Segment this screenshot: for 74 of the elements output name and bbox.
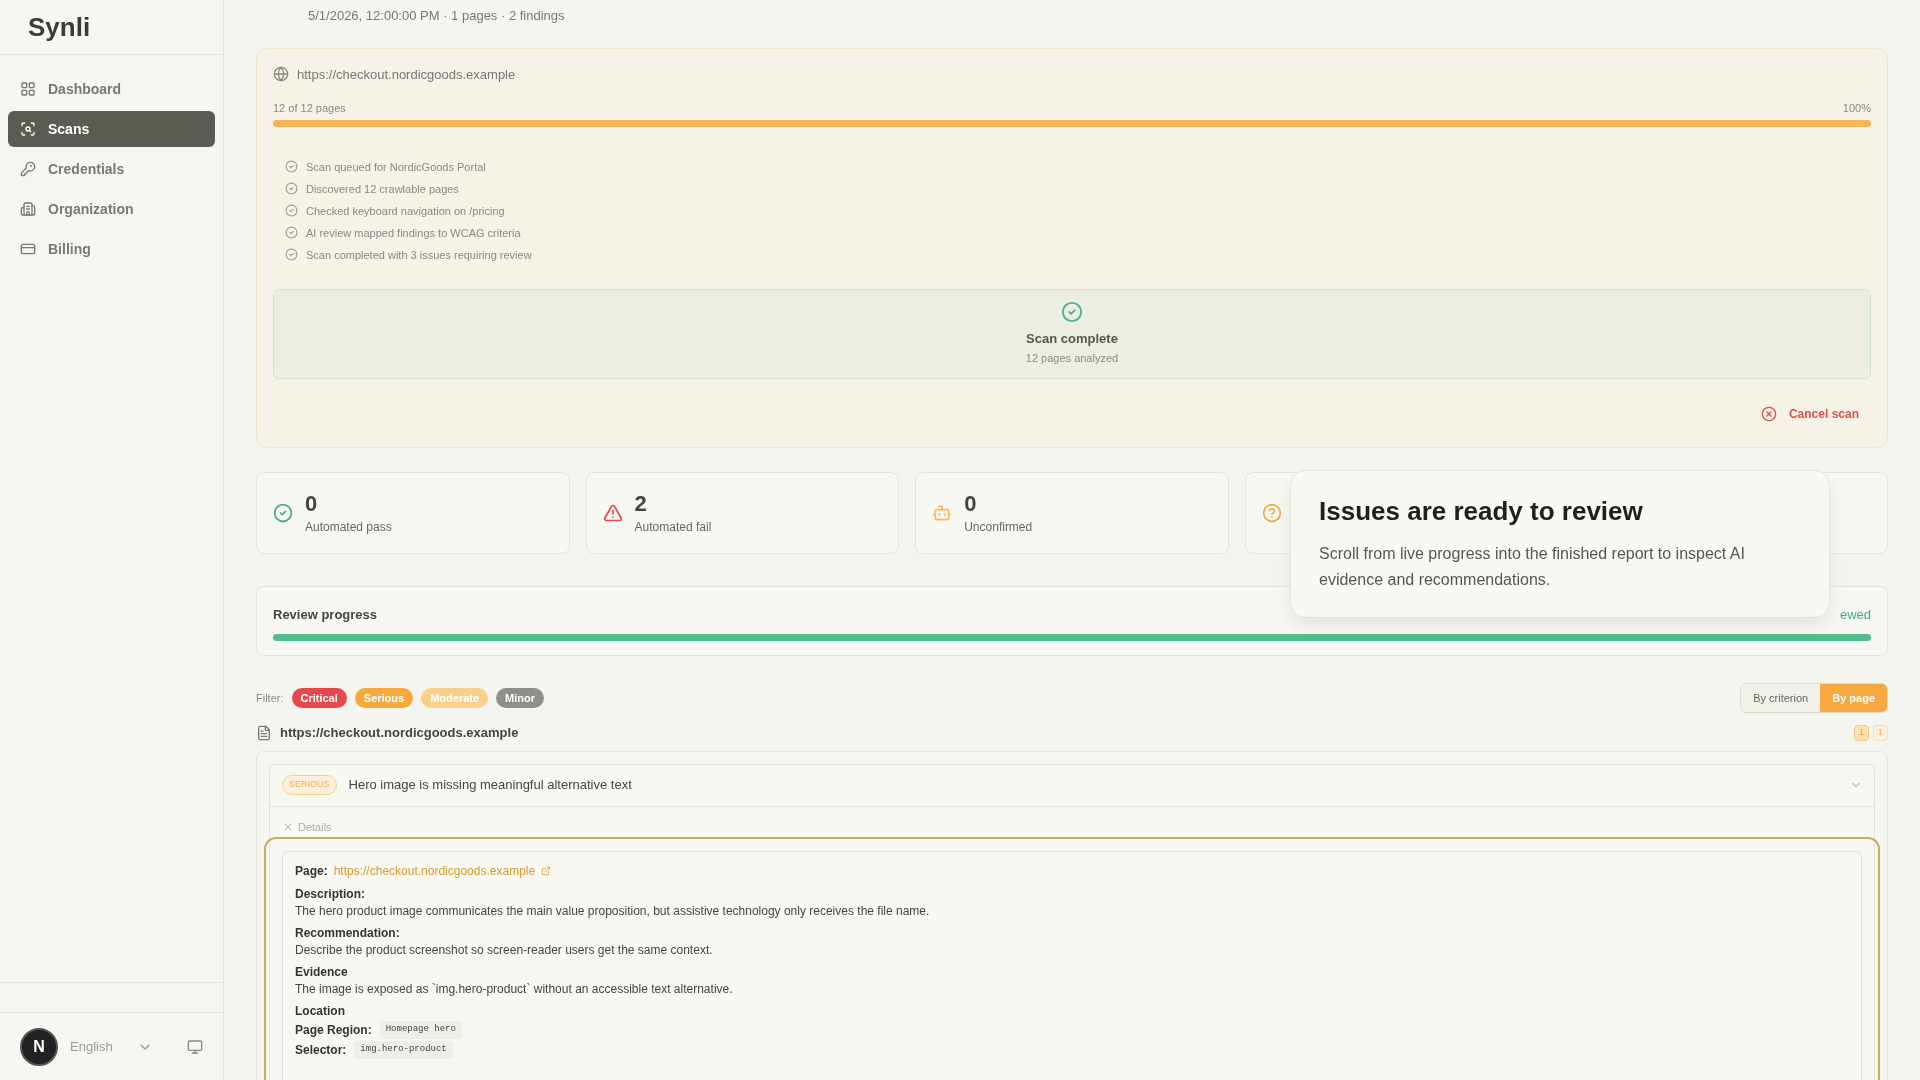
check-circle-icon <box>1061 300 1083 323</box>
stat-label: Unconfirmed <box>964 518 1033 536</box>
check-circle-icon <box>273 502 293 523</box>
tooltip-title: Issues are ready to review <box>1319 495 1644 527</box>
review-status: ewed <box>1839 605 1871 624</box>
warning-icon <box>602 502 623 523</box>
key-icon <box>20 161 36 177</box>
review-title: Review progress <box>273 605 378 624</box>
building-icon <box>20 201 36 217</box>
avatar[interactable]: N <box>20 1027 58 1066</box>
filter-chip[interactable]: Serious <box>354 688 414 708</box>
field-text: Describe the product screenshot so screen-reader users get the same context. <box>295 942 714 958</box>
filter-chip[interactable]: Critical <box>291 688 347 708</box>
nav-item[interactable]: Organization <box>8 191 215 227</box>
field-label: Page Region: <box>295 1022 372 1039</box>
field-label: Evidence <box>295 964 349 980</box>
stat-label: Automated fail <box>634 518 712 536</box>
stat-label: Automated pass <box>305 518 392 536</box>
code-chip: img.hero-product <box>354 1041 453 1059</box>
check-circle-icon <box>285 182 298 195</box>
view-toggle-tab[interactable]: By page <box>1820 684 1887 712</box>
nav-item[interactable]: Billing <box>8 231 215 267</box>
logo: Synli <box>28 10 91 44</box>
page-url: https://checkout.nordicgoods.example <box>280 724 519 742</box>
check-circle-icon <box>285 226 298 239</box>
check-circle-icon <box>285 160 298 173</box>
check-circle-icon <box>285 248 298 261</box>
field-label: Location <box>295 1003 346 1019</box>
field-text: The hero product image communicates the main value proposition, but assistive technology only receives the file name. <box>295 903 931 919</box>
scan-subtitle: 5/1/2026, 12:00:00 PM · 1 pages · 2 findings <box>308 7 565 25</box>
pages-count: 12 of 12 pages <box>273 101 346 116</box>
external-link-icon[interactable] <box>541 866 552 876</box>
document-icon <box>256 724 272 741</box>
field-label: Description: <box>295 886 366 902</box>
card-icon <box>20 241 36 257</box>
scan-icon <box>20 121 36 137</box>
complete-subtitle: 12 pages analyzed <box>1025 351 1119 366</box>
nav-item[interactable]: Scans <box>8 111 215 147</box>
monitor-icon[interactable] <box>187 1038 203 1055</box>
filter-chip[interactable]: Minor <box>496 688 544 708</box>
grid-icon <box>20 81 36 97</box>
field-label: Page: <box>295 863 328 880</box>
complete-title: Scan complete <box>1026 329 1118 348</box>
stat-value: 0 <box>964 489 978 518</box>
page-link[interactable]: https://checkout.nordicgoods.example <box>333 862 536 880</box>
filter-label: Filter: <box>256 690 284 706</box>
count-badge: 1 <box>1853 725 1869 741</box>
log-entry: Discovered 12 crawlable pages <box>306 181 459 197</box>
cancel-scan-button[interactable]: Cancel scan <box>1760 404 1859 423</box>
severity-badge: SERIOUS <box>282 775 337 795</box>
nav-item[interactable]: Dashboard <box>8 71 215 107</box>
question-icon <box>1261 502 1282 523</box>
log-entry: Scan queued for NordicGoods Portal <box>306 159 486 175</box>
field-label: Recommendation: <box>295 925 401 941</box>
code-chip: Homepage hero <box>379 1021 462 1039</box>
globe-icon <box>273 66 289 83</box>
log-entry: AI review mapped findings to WCAG criteria <box>306 225 521 241</box>
details-toggle[interactable]: Details <box>282 818 332 835</box>
tooltip-body: Scroll from live progress into the finished report to inspect AI evidence and recommendations. <box>1319 544 1746 590</box>
log-entry: Scan completed with 3 issues requiring review <box>306 247 532 263</box>
issue-title: Hero image is missing meaningful alternative text <box>348 776 632 795</box>
percent-label: 100% <box>1842 101 1871 116</box>
stat-value: 0 <box>305 489 319 518</box>
scan-url: https://checkout.nordicgoods.example <box>297 65 516 84</box>
field-text: The image is exposed as `img.hero-product` without an accessible text alternative. <box>295 981 734 997</box>
language-select[interactable]: English <box>70 1036 153 1057</box>
view-toggle-tab[interactable]: By criterion <box>1741 684 1821 712</box>
count-badge: 1 <box>1873 725 1888 741</box>
nav-item[interactable]: Credentials <box>8 151 215 187</box>
field-label: Selector: <box>295 1042 347 1059</box>
cancel-icon <box>1760 405 1777 422</box>
stat-value: 2 <box>634 489 648 518</box>
log-entry: Checked keyboard navigation on /pricing <box>306 203 505 219</box>
check-circle-icon <box>285 204 298 217</box>
